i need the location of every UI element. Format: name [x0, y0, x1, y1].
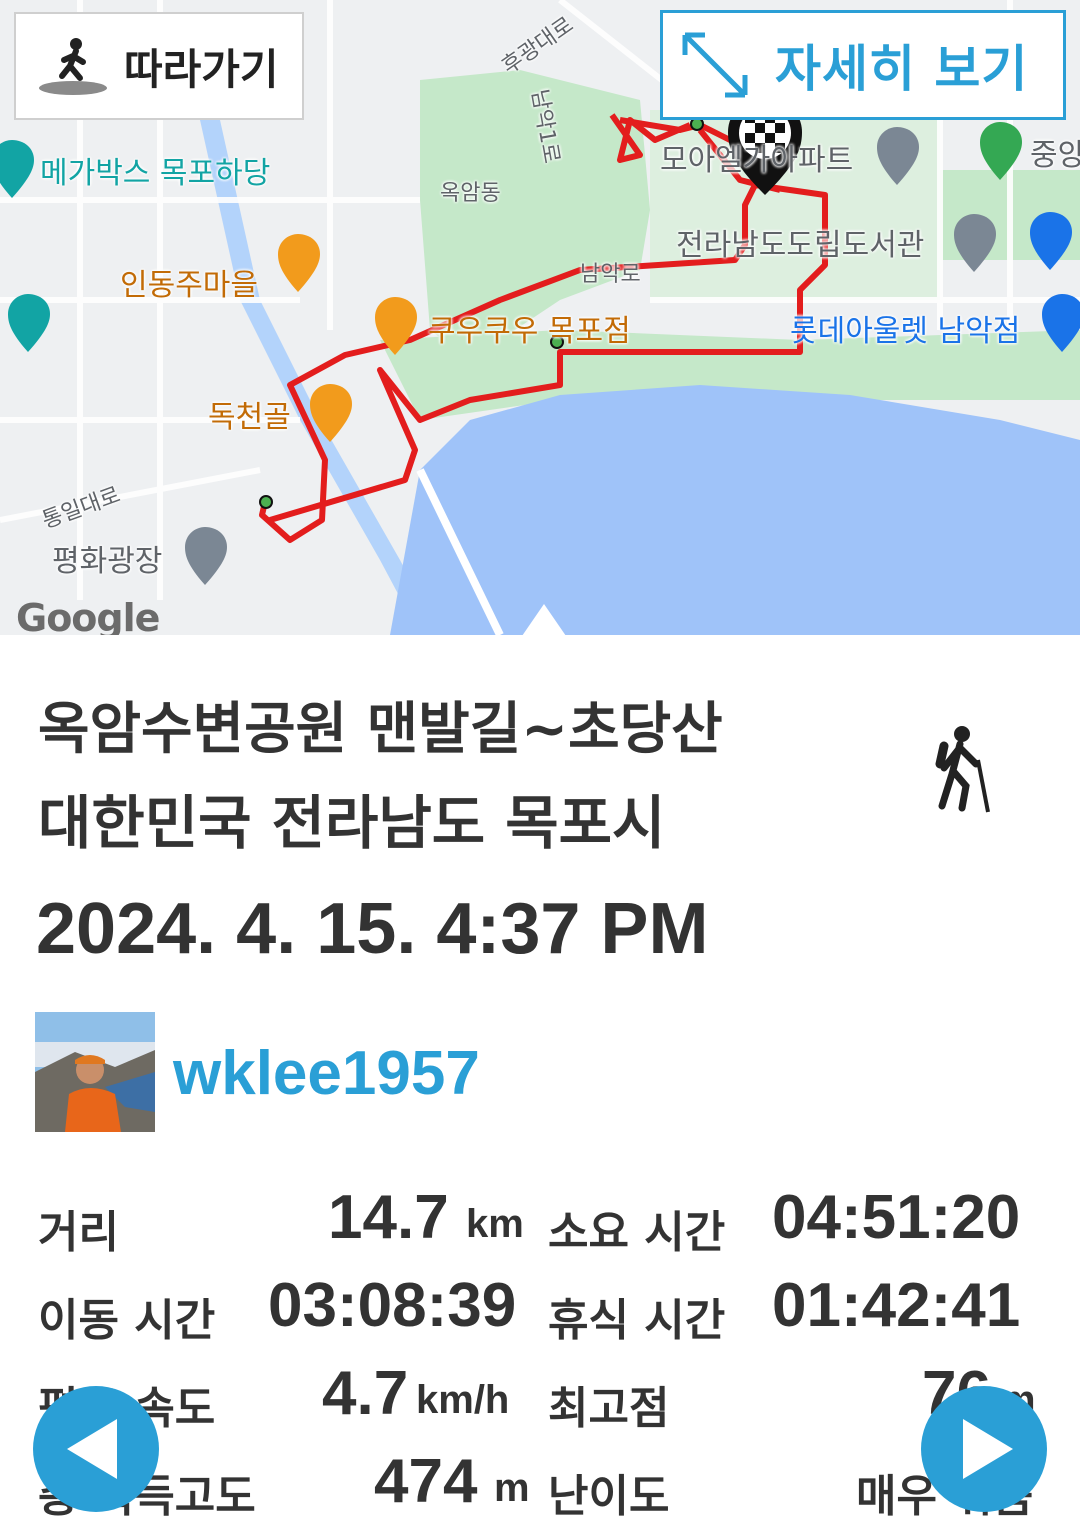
- trip-date: 2024. 4. 15. 4:37 PM: [36, 889, 709, 969]
- moving-time-label: 이동 시간: [38, 1295, 216, 1346]
- difficulty-label: 난이도: [548, 1471, 670, 1522]
- follow-label: 따라가기: [124, 44, 279, 94]
- map-label-moa: 모아엘가아파트: [660, 143, 854, 178]
- map-label-namak-ro: 남악로: [580, 262, 641, 287]
- trip-title: 옥암수변공원 맨발길~초당산: [38, 697, 723, 762]
- walker-icon: [36, 36, 110, 96]
- duration-value: 04:51:20: [772, 1183, 1021, 1252]
- map-label-okam: 옥암동: [440, 181, 501, 206]
- map-label-dokcheon: 독천골: [208, 400, 291, 435]
- map-label-jungang: 중앙: [1030, 138, 1080, 173]
- previous-button[interactable]: [33, 1386, 159, 1512]
- moving-time-value: 03:08:39: [268, 1271, 517, 1340]
- duration-label: 소요 시간: [548, 1207, 726, 1258]
- rest-time-label: 휴식 시간: [548, 1295, 726, 1346]
- rest-time-value: 01:42:41: [772, 1271, 1021, 1340]
- map-label-kuukuu: 쿠우쿠우 목포점: [428, 314, 631, 349]
- avg-speed-unit: km/h: [416, 1378, 510, 1422]
- user-avatar[interactable]: [35, 1012, 155, 1132]
- elevation-gain-value: 474: [374, 1447, 478, 1516]
- map-label-library: 전라남도도립도서관: [676, 228, 925, 263]
- hiking-icon: [932, 724, 996, 818]
- map-label-indong: 인동주마을: [120, 268, 258, 303]
- map-label-peace: 평화광장: [52, 544, 163, 579]
- detail-view-label: 자세히 보기: [775, 40, 1029, 98]
- distance-label: 거리: [38, 1207, 119, 1258]
- elevation-gain-unit: m: [494, 1466, 530, 1510]
- right-arrow-icon: [963, 1419, 1013, 1479]
- username-link[interactable]: wklee1957: [173, 1038, 480, 1109]
- max-altitude-label: 최고점: [548, 1383, 670, 1434]
- detail-view-button[interactable]: 자세히 보기: [660, 10, 1066, 120]
- map-label-lotte: 롯데아울렛 남악점: [790, 314, 1021, 349]
- panel-pointer: [522, 604, 566, 635]
- next-button[interactable]: [921, 1386, 1047, 1512]
- google-attribution: Google: [16, 596, 160, 635]
- distance-unit: km: [466, 1202, 524, 1246]
- expand-icon: [677, 27, 753, 103]
- left-arrow-icon: [67, 1419, 117, 1479]
- map-label-megabox: 메가박스 목포하당: [40, 156, 271, 191]
- avg-speed-value: 4.7: [322, 1359, 409, 1428]
- follow-button[interactable]: 따라가기: [14, 12, 304, 120]
- distance-value: 14.7: [328, 1183, 449, 1252]
- trip-region: 대한민국 전라남도 목포시: [38, 789, 666, 857]
